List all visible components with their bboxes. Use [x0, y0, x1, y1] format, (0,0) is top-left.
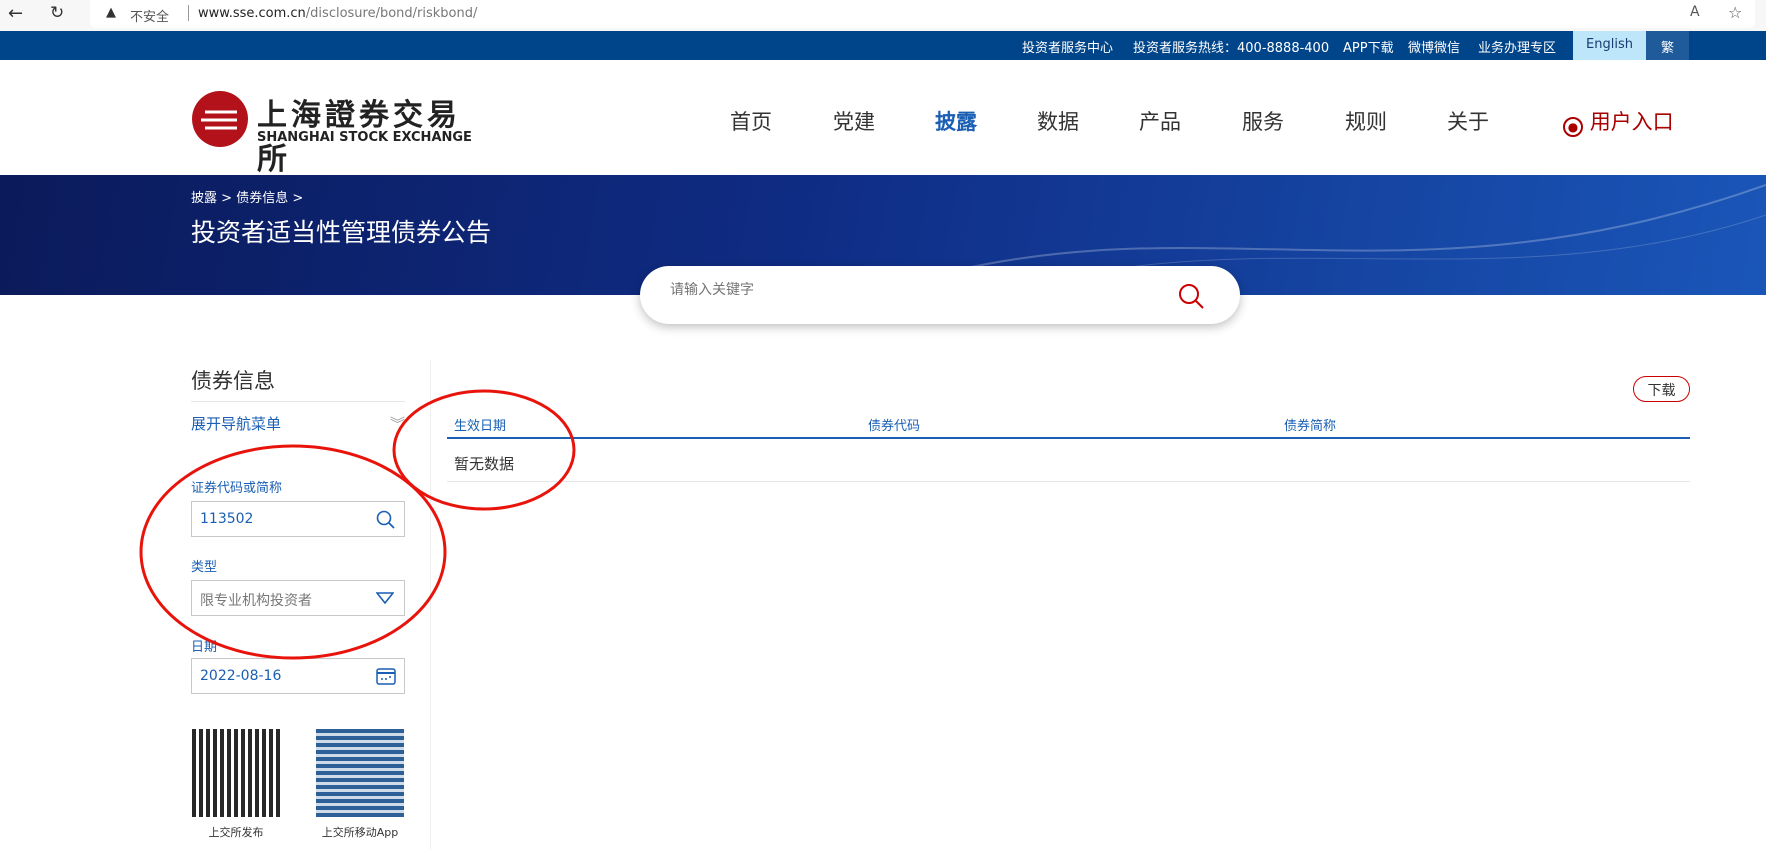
weibo-wechat-link[interactable]: 微博微信: [1408, 37, 1460, 56]
empty-state-text: 暂无数据: [454, 455, 515, 473]
nav-products[interactable]: 产品: [1139, 106, 1181, 136]
qr-code-official: [192, 729, 280, 817]
divider: [191, 401, 405, 402]
nav-party[interactable]: 党建: [833, 106, 875, 136]
investor-service-link[interactable]: 投资者服务中心: [1022, 37, 1113, 56]
nav-services[interactable]: 服务: [1242, 106, 1284, 136]
security-label: 不安全: [130, 10, 170, 25]
table-header-rule: [447, 437, 1690, 439]
hotline-text: 投资者服务热线：400-8888-400: [1133, 41, 1330, 56]
traditional-chinese-button[interactable]: 繁: [1646, 31, 1689, 60]
expand-nav-menu[interactable]: 展开导航菜单 ︾: [191, 413, 405, 434]
site-header: 上海證券交易所 SHANGHAI STOCK EXCHANGE 首页 党建 披露…: [0, 60, 1766, 177]
nav-disclosure[interactable]: 披露: [935, 106, 977, 136]
breadcrumb: 披露 > 债券信息 >: [191, 191, 304, 206]
type-label: 类型: [191, 560, 218, 575]
top-utility-bar: 投资者服务中心 投资者服务热线：400-8888-400 APP下载 微博微信 …: [0, 31, 1766, 60]
keyword-search-input[interactable]: [670, 282, 1120, 298]
date-input[interactable]: 2022-08-16: [191, 658, 405, 694]
expand-nav-label: 展开导航菜单: [191, 415, 282, 433]
calendar-icon[interactable]: [376, 667, 396, 685]
qr-code-mobile-app: [316, 729, 404, 817]
table-row-divider: [447, 481, 1690, 482]
breadcrumb-bond-info[interactable]: 债券信息: [236, 191, 288, 206]
sidebar-title: 债券信息: [191, 369, 275, 393]
breadcrumb-disclosure[interactable]: 披露: [191, 191, 217, 206]
divider: [430, 360, 431, 849]
date-value: 2022-08-16: [200, 668, 282, 684]
triangle-down-icon: [376, 592, 394, 604]
nav-data[interactable]: 数据: [1037, 106, 1079, 136]
sse-logo[interactable]: 上海證券交易所 SHANGHAI STOCK EXCHANGE: [191, 90, 481, 177]
column-header-effective-date[interactable]: 生效日期: [454, 415, 506, 434]
nav-rules[interactable]: 规则: [1345, 106, 1387, 136]
user-login-link[interactable]: ● 用户入口: [1563, 106, 1674, 137]
search-icon[interactable]: [1177, 282, 1205, 310]
back-icon[interactable]: ←: [8, 3, 23, 24]
double-chevron-down-icon: ︾: [389, 415, 405, 433]
user-icon: ●: [1563, 117, 1583, 137]
download-button[interactable]: 下载: [1633, 376, 1690, 402]
warning-icon: ▲: [106, 5, 116, 20]
code-label: 证券代码或简称: [191, 481, 283, 496]
type-select[interactable]: 限专业机构投资者: [191, 580, 405, 616]
column-header-bond-name[interactable]: 债券简称: [1284, 415, 1336, 434]
logo-en-text: SHANGHAI STOCK EXCHANGE: [257, 130, 472, 145]
date-label: 日期: [191, 640, 218, 655]
code-input[interactable]: 113502: [191, 501, 405, 537]
url-text: www.sse.com.cn/disclosure/bond/riskbond/: [198, 6, 478, 21]
qr-caption-official: 上交所发布: [208, 826, 264, 839]
code-value: 113502: [200, 511, 254, 527]
nav-about[interactable]: 关于: [1447, 106, 1489, 136]
favorite-icon[interactable]: ☆: [1728, 3, 1742, 22]
english-button[interactable]: English: [1573, 31, 1646, 60]
column-header-bond-code[interactable]: 债券代码: [868, 415, 920, 434]
business-zone-link[interactable]: 业务办理专区: [1478, 37, 1556, 56]
keyword-search-box[interactable]: [640, 266, 1240, 324]
page-title: 投资者适当性管理债券公告: [191, 218, 492, 247]
logo-emblem-icon: [192, 91, 248, 147]
search-icon[interactable]: [376, 510, 396, 530]
user-login-label: 用户入口: [1589, 110, 1674, 134]
refresh-icon[interactable]: ↻: [50, 3, 64, 23]
nav-home[interactable]: 首页: [730, 106, 772, 136]
app-download-link[interactable]: APP下载: [1343, 37, 1394, 56]
qr-caption-mobile-app: 上交所移动App: [321, 826, 399, 839]
read-aloud-icon[interactable]: A: [1690, 4, 1700, 20]
address-bar[interactable]: ▲ 不安全 www.sse.com.cn/disclosure/bond/ris…: [90, 0, 1755, 28]
browser-toolbar: ← ↻ ▲ 不安全 www.sse.com.cn/disclosure/bond…: [0, 0, 1766, 32]
type-value: 限专业机构投资者: [200, 593, 312, 609]
